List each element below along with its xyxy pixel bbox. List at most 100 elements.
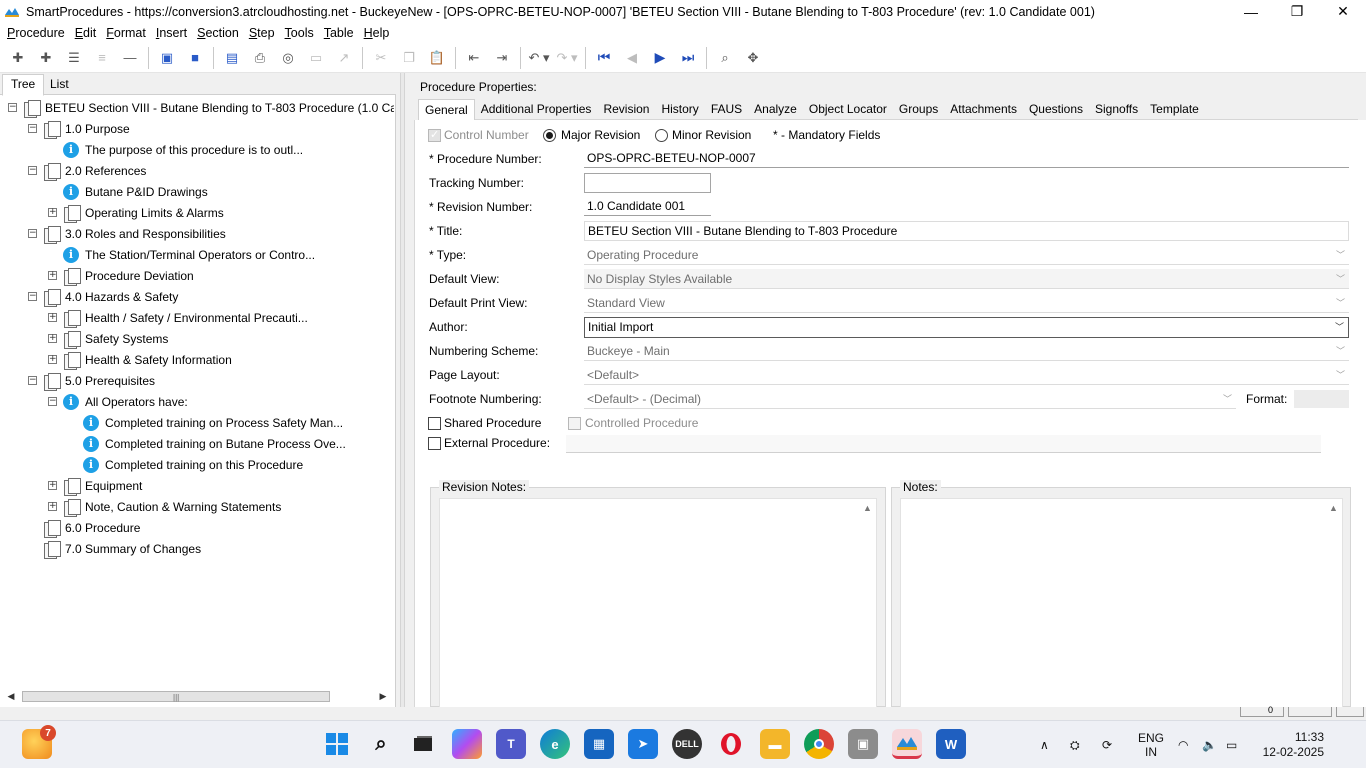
tree-node[interactable]: − 1.0 Purpose [28, 118, 130, 139]
chrome-icon[interactable] [804, 729, 834, 759]
collapse-icon[interactable]: − [8, 103, 17, 112]
expand-icon[interactable]: + [48, 481, 57, 490]
title-input[interactable]: BETEU Section VIII - Butane Blending to … [584, 221, 1349, 241]
preview-icon[interactable]: ▭ [305, 47, 327, 69]
controlled-procedure-checkbox[interactable] [568, 417, 581, 430]
tab-analyze[interactable]: Analyze [748, 99, 803, 120]
edge-icon[interactable]: e [540, 729, 570, 759]
remove-icon[interactable]: — [119, 47, 141, 69]
power-automate-icon[interactable]: ➤ [628, 729, 658, 759]
wifi-icon[interactable]: ◠ [1178, 721, 1188, 768]
outdent-icon[interactable]: ⇤ [463, 47, 485, 69]
minor-revision-radio[interactable] [655, 129, 668, 142]
tree-node[interactable]: i Butane P&ID Drawings [48, 181, 208, 202]
tree-node[interactable]: + Safety Systems [48, 328, 168, 349]
task-view-icon[interactable] [408, 729, 438, 759]
page-layout-select[interactable]: <Default> ﹀ [584, 365, 1349, 385]
external-procedure-checkbox[interactable] [428, 437, 441, 450]
tab-object-locator[interactable]: Object Locator [803, 99, 893, 120]
word-icon[interactable]: W [936, 729, 966, 759]
language-indicator[interactable]: ENG IN [1138, 721, 1164, 768]
undo-icon[interactable]: ↶ ▾ [528, 47, 550, 69]
show-hidden-icons[interactable]: ∧ [1040, 721, 1049, 768]
revision-notes-textarea[interactable]: ▲ [439, 498, 877, 708]
opera-icon[interactable] [716, 729, 746, 759]
menu-edit[interactable]: Edit [70, 26, 102, 40]
expand-icon[interactable]: + [48, 502, 57, 511]
collapse-icon[interactable]: − [28, 124, 37, 133]
tree-node[interactable]: i Completed training on Process Safety Ma… [68, 412, 343, 433]
menu-format[interactable]: Format [101, 26, 151, 40]
tab-questions[interactable]: Questions [1023, 99, 1089, 120]
collapse-icon[interactable]: − [48, 397, 57, 406]
tree-node[interactable]: i Completed training on Butane Process Ov… [68, 433, 346, 454]
tree-node[interactable]: i The Station/Terminal Operators or Contr… [48, 244, 315, 265]
copy-icon[interactable]: ❐ [398, 47, 420, 69]
indent-right-icon[interactable]: ⇥ [491, 47, 513, 69]
find-icon[interactable]: ⌕ [714, 47, 736, 69]
default-print-view-select[interactable]: Standard View ﹀ [584, 293, 1349, 313]
menu-procedure[interactable]: Procedure [2, 26, 70, 40]
menu-section[interactable]: Section [192, 26, 244, 40]
first-icon[interactable]: ⏮ [593, 47, 615, 69]
export-icon[interactable]: ↗ [333, 47, 355, 69]
author-select[interactable]: Initial Import ﹀ [584, 317, 1349, 338]
close-button[interactable]: ✕ [1320, 0, 1366, 23]
tree-node[interactable]: + Operating Limits & Alarms [48, 202, 224, 223]
tab-faus[interactable]: FAUS [705, 99, 748, 120]
tab-template[interactable]: Template [1144, 99, 1205, 120]
tab-attachments[interactable]: Attachments [944, 99, 1023, 120]
pane-splitter[interactable] [400, 73, 405, 707]
menu-insert[interactable]: Insert [151, 26, 192, 40]
vertical-scrollbar[interactable]: ▲ [1324, 499, 1342, 707]
minimize-button[interactable]: — [1228, 0, 1274, 23]
previous-icon[interactable]: ◀ [621, 47, 643, 69]
horizontal-scrollbar[interactable]: ◀ ||| ▶ [4, 689, 390, 703]
major-revision-radio[interactable] [543, 129, 556, 142]
copilot-icon[interactable] [452, 729, 482, 759]
tracking-number-input[interactable] [584, 173, 711, 193]
format-input[interactable] [1294, 390, 1349, 408]
save-all-icon[interactable]: ▣ [156, 47, 178, 69]
scroll-right-icon[interactable]: ▶ [376, 689, 390, 703]
tree-node[interactable]: − i All Operators have: [48, 391, 188, 412]
tree-node[interactable]: 7.0 Summary of Changes [28, 538, 201, 559]
scroll-thumb[interactable]: ||| [22, 691, 330, 702]
add-icon[interactable]: ✚ [7, 47, 29, 69]
spellcheck-icon[interactable]: ◎ [277, 47, 299, 69]
tree-node[interactable]: + Health / Safety / Environmental Precaut… [48, 307, 308, 328]
expand-icon[interactable]: + [48, 355, 57, 364]
collapse-icon[interactable]: − [28, 292, 37, 301]
footnote-numbering-select[interactable]: <Default> - (Decimal) ﹀ [584, 389, 1236, 409]
sync-icon[interactable]: ⟳ [1102, 721, 1112, 768]
tree-node[interactable]: + Procedure Deviation [48, 265, 194, 286]
collapse-icon[interactable]: − [28, 376, 37, 385]
widgets-icon[interactable]: 7 [22, 725, 56, 759]
tab-list[interactable]: List [42, 75, 77, 95]
teams-icon[interactable]: T [496, 729, 526, 759]
scroll-left-icon[interactable]: ◀ [4, 689, 18, 703]
next-icon[interactable]: ▶ [649, 47, 671, 69]
paste-icon[interactable]: 📋 [426, 47, 448, 69]
collapse-icon[interactable]: − [28, 229, 37, 238]
file-explorer-icon[interactable]: ▬ [760, 729, 790, 759]
cut-icon[interactable]: ✂ [370, 47, 392, 69]
expand-icon[interactable]: + [48, 271, 57, 280]
indent-icon[interactable]: ≡ [91, 47, 113, 69]
tab-history[interactable]: History [655, 99, 704, 120]
search-icon[interactable]: ⌕ [366, 729, 396, 759]
numbering-scheme-select[interactable]: Buckeye - Main ﹀ [584, 341, 1349, 361]
tree-node[interactable]: 6.0 Procedure [28, 517, 140, 538]
tree-node[interactable]: − 4.0 Hazards & Safety [28, 286, 178, 307]
menu-table[interactable]: Table [319, 26, 359, 40]
smartprocedures-taskbar-icon[interactable] [892, 729, 922, 759]
save-icon[interactable]: ■ [184, 47, 206, 69]
vertical-scrollbar[interactable]: ▲ [858, 499, 876, 707]
expand-icon[interactable]: + [48, 313, 57, 322]
tab-general[interactable]: General [418, 99, 475, 120]
scroll-up-icon[interactable]: ▲ [863, 503, 872, 513]
tree-node[interactable]: − 5.0 Prerequisites [28, 370, 155, 391]
redo-icon[interactable]: ↷ ▾ [556, 47, 578, 69]
scroll-up-icon[interactable]: ▲ [1329, 503, 1338, 513]
tree-node[interactable]: − BETEU Section VIII - Butane Blending to… [8, 97, 394, 118]
